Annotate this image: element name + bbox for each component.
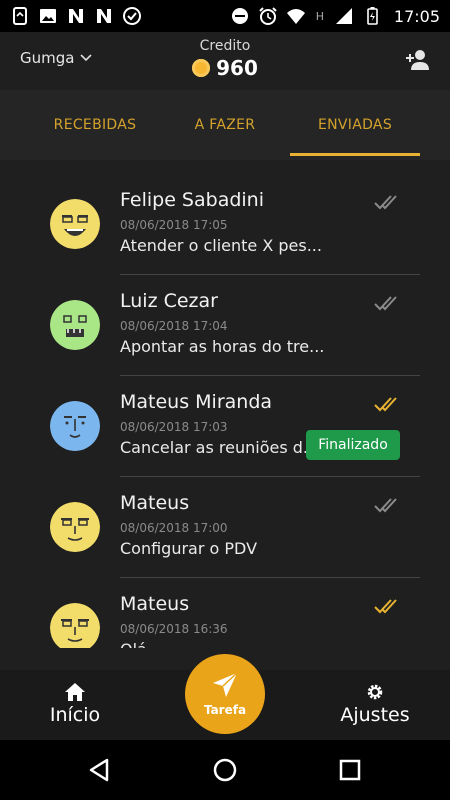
signal-icon <box>334 6 354 26</box>
double-check-icon <box>374 498 397 513</box>
app-header: Gumga Credito 960 <box>0 32 450 90</box>
tab-bar: RECEBIDAS A FAZER ENVIADAS <box>0 90 450 160</box>
double-check-icon <box>374 296 397 311</box>
wifi-icon <box>286 6 306 26</box>
h-network-icon: H <box>315 9 325 23</box>
avatar <box>50 603 100 648</box>
n-icon <box>94 6 114 26</box>
nav-home-label: Início <box>49 704 101 726</box>
add-user-icon[interactable] <box>404 46 432 74</box>
clock: 17:05 <box>393 6 440 26</box>
task-datetime: 08/06/2018 17:03 <box>120 420 228 434</box>
task-sender-name: Mateus <box>120 492 190 514</box>
back-icon[interactable] <box>85 755 115 785</box>
list-item[interactable]: Luiz Cezar 08/06/2018 17:04 Apontar as h… <box>0 275 450 376</box>
avatar <box>50 502 100 552</box>
avatar <box>50 401 100 451</box>
task-datetime: 08/06/2018 17:04 <box>120 319 228 333</box>
list-item[interactable]: Mateus 08/06/2018 17:00 Configurar o PDV <box>0 477 450 578</box>
credit-display: Credito 960 <box>0 38 450 80</box>
dnd-icon <box>230 6 250 26</box>
task-datetime: 08/06/2018 17:05 <box>120 218 228 232</box>
tab-recebidas[interactable]: RECEBIDAS <box>30 90 160 160</box>
nav-home-button[interactable]: Início <box>44 673 106 735</box>
double-check-icon <box>374 195 397 210</box>
task-message: Configurar o PDV <box>120 539 258 558</box>
n-icon <box>66 6 86 26</box>
task-message: Atender o cliente X pes... <box>120 236 322 255</box>
tab-a-fazer[interactable]: A FAZER <box>160 90 290 160</box>
home-icon <box>65 683 85 701</box>
battery-icon <box>362 6 382 26</box>
task-message: Apontar as horas do tre... <box>120 337 325 356</box>
double-check-icon <box>374 599 397 614</box>
task-message: Olá <box>120 640 147 648</box>
task-sender-name: Mateus Miranda <box>120 391 273 413</box>
phone-data-icon <box>10 6 30 26</box>
send-icon <box>213 672 238 697</box>
active-tab-indicator <box>290 153 420 156</box>
list-item[interactable]: Mateus Miranda 08/06/2018 17:03 Cancelar… <box>0 376 450 477</box>
status-bar: H 17:05 <box>0 0 450 32</box>
system-navigation-bar <box>0 740 450 800</box>
new-task-fab[interactable]: Tarefa <box>185 654 265 734</box>
coin-icon <box>192 59 211 77</box>
check-circle-icon <box>122 6 142 26</box>
gear-icon <box>367 684 383 700</box>
alarm-icon <box>258 6 278 26</box>
avatar <box>50 199 100 249</box>
credit-label: Credito <box>199 38 251 54</box>
tab-enviadas[interactable]: ENVIADAS <box>290 90 420 160</box>
credit-value: 960 <box>216 56 258 80</box>
double-check-icon <box>374 397 397 412</box>
task-sender-name: Felipe Sabadini <box>120 189 264 211</box>
avatar <box>50 300 100 350</box>
task-datetime: 08/06/2018 16:36 <box>120 622 228 636</box>
task-sender-name: Luiz Cezar <box>120 290 218 312</box>
recents-icon[interactable] <box>335 755 365 785</box>
list-item[interactable]: Mateus 08/06/2018 16:36 Olá <box>0 578 450 648</box>
nav-settings-label: Ajustes <box>340 704 410 726</box>
nav-settings-button[interactable]: Ajustes <box>338 673 412 735</box>
image-icon <box>38 6 58 26</box>
task-message: Cancelar as reuniões d... <box>120 438 319 457</box>
task-sender-name: Mateus <box>120 593 190 615</box>
task-datetime: 08/06/2018 17:00 <box>120 521 228 535</box>
home-circle-icon[interactable] <box>210 755 240 785</box>
fab-label: Tarefa <box>203 703 247 717</box>
status-badge: Finalizado <box>306 430 400 460</box>
task-list[interactable]: Felipe Sabadini 08/06/2018 17:05 Atender… <box>0 160 450 648</box>
list-item[interactable]: Felipe Sabadini 08/06/2018 17:05 Atender… <box>0 174 450 275</box>
